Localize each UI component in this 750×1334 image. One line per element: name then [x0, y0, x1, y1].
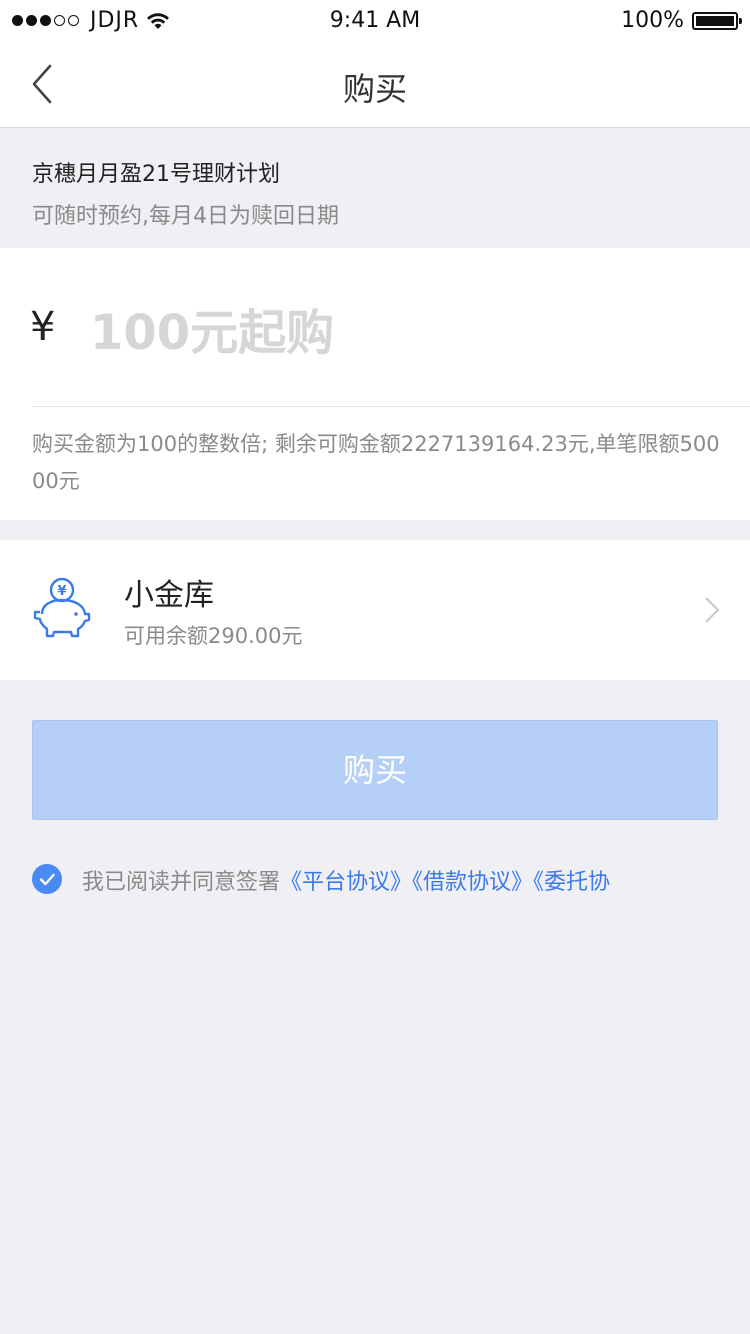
- agreement: 我已阅读并同意签署《平台协议》《借款协议》《委托协: [32, 862, 750, 902]
- page-title: 购买: [342, 70, 407, 108]
- loan-agreement-link[interactable]: 《借款协议》: [412, 870, 533, 895]
- agreement-text: 我已阅读并同意签署《平台协议》《借款协议》《委托协: [82, 864, 610, 896]
- buy-button[interactable]: 购买: [32, 720, 718, 820]
- battery-icon: [692, 11, 742, 30]
- currency-symbol: ¥: [30, 304, 56, 350]
- entrust-agreement-link[interactable]: 《委托协: [533, 870, 610, 895]
- amount-card: ¥ 购买金额为100的整数倍; 剩余可购金额2227139164.23元,单笔限…: [0, 248, 750, 520]
- battery-percent: 100%: [621, 8, 684, 33]
- svg-text:¥: ¥: [57, 584, 66, 599]
- amount-hint: 购买金额为100的整数倍; 剩余可购金额2227139164.23元,单笔限额5…: [32, 432, 720, 493]
- product-name: 京穗月月盈21号理财计划: [32, 162, 280, 187]
- piggy-bank-icon: ¥: [33, 577, 91, 638]
- status-bar: JDJR 9:41 AM 100%: [0, 0, 750, 42]
- platform-agreement-link[interactable]: 《平台协议》: [280, 870, 412, 895]
- amount-input[interactable]: [88, 292, 712, 374]
- navigation-bar: 购买: [0, 42, 750, 128]
- wallet-selector[interactable]: ¥ 小金库 可用余额290.00元: [0, 540, 750, 680]
- divider: [32, 406, 750, 407]
- checkmark-icon: [39, 873, 55, 886]
- chevron-right-icon: [705, 597, 720, 623]
- agree-checkbox[interactable]: [32, 864, 62, 894]
- wallet-title: 小金库: [124, 578, 214, 613]
- wallet-balance: 可用余额290.00元: [124, 624, 303, 648]
- status-right: 100%: [621, 8, 742, 33]
- agreement-label: 我已阅读并同意签署: [82, 870, 281, 895]
- product-description: 可随时预约,每月4日为赎回日期: [32, 204, 339, 229]
- product-info: 京穗月月盈21号理财计划 可随时预约,每月4日为赎回日期: [0, 128, 750, 248]
